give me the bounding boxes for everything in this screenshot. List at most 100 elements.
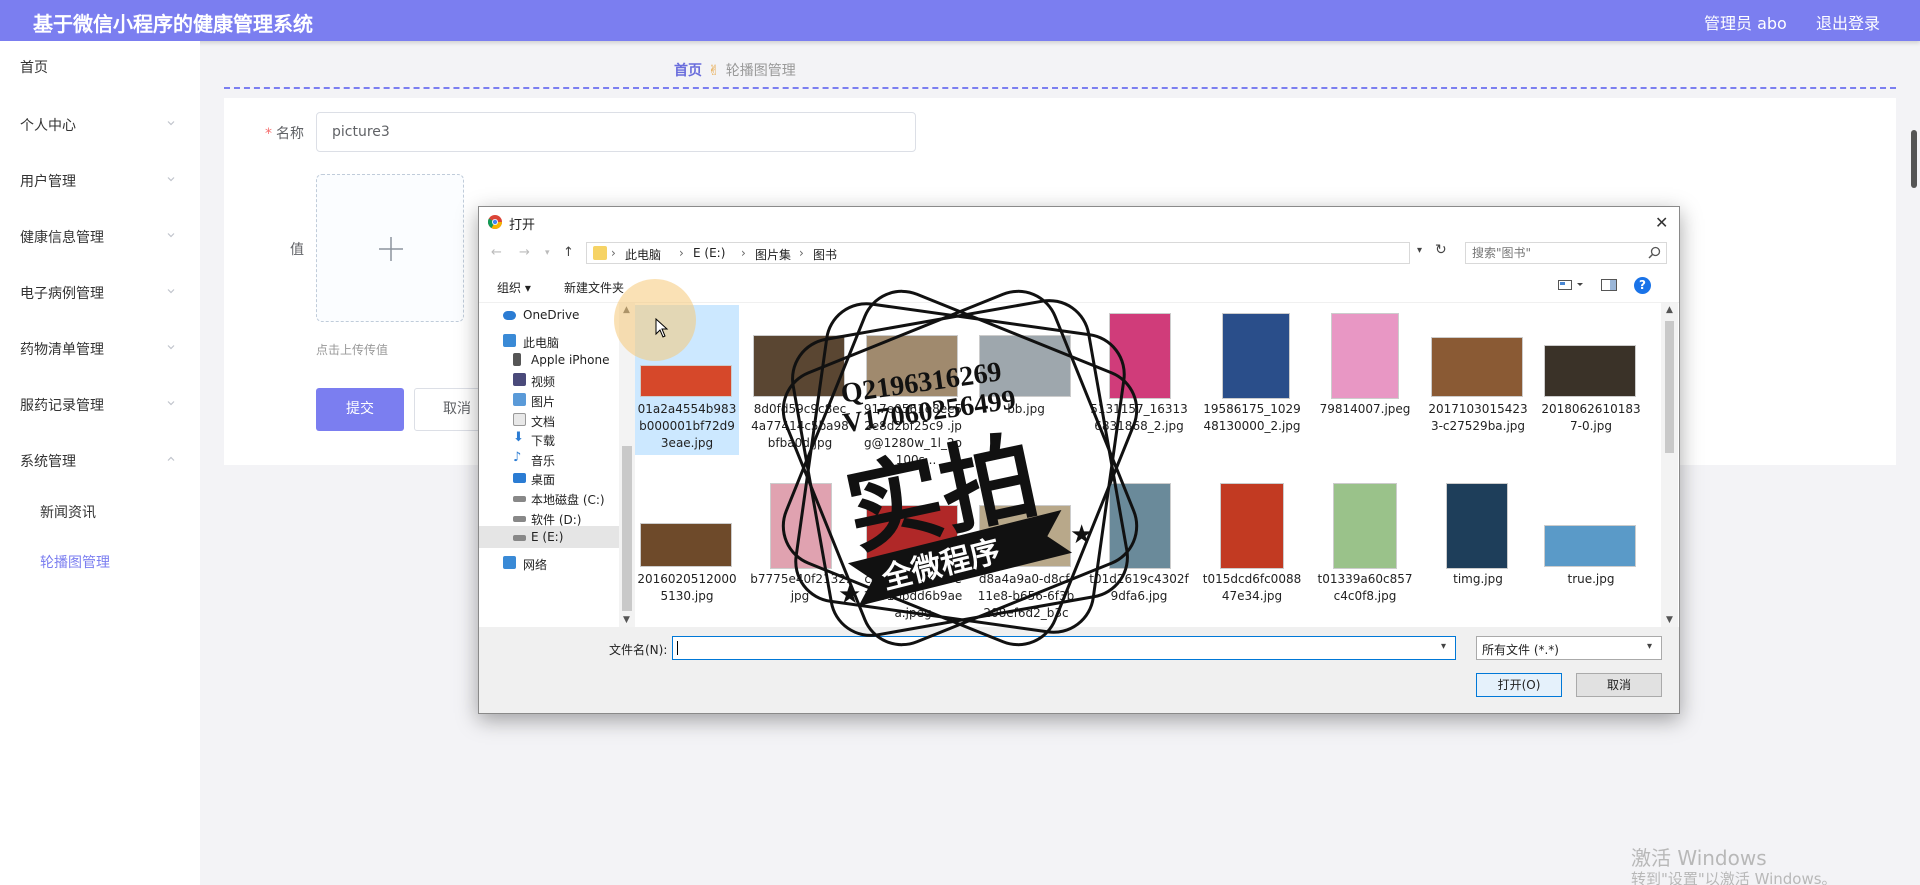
tree-item-downloads[interactable]: ⬇ 下载	[479, 428, 619, 450]
breadcrumb-current: 轮播图管理	[725, 63, 796, 79]
file-item[interactable]: 79814007.jpeg	[1313, 305, 1417, 455]
file-thumbnail	[1446, 483, 1508, 569]
activation-watermark-hint: 转到"设置"以激活 Windows。	[1631, 870, 1837, 885]
up-icon[interactable]: ↑	[563, 245, 574, 260]
tree-item-label: OneDrive	[523, 308, 580, 322]
tree-item-label: 桌面	[531, 473, 556, 487]
file-item[interactable]: 19586175_102948130000_2.jpg	[1200, 305, 1304, 455]
sidebar-item-medication-list[interactable]: 药物清单管理	[0, 329, 200, 369]
file-type-filter[interactable]: 所有文件 (*.*) ▾	[1476, 636, 1662, 660]
search-box[interactable]	[1465, 242, 1667, 264]
file-type-filter-value: 所有文件 (*.*)	[1482, 643, 1559, 657]
chevron-down-icon	[167, 119, 175, 127]
sidebar-item-user-management[interactable]: 用户管理	[0, 161, 200, 201]
sidebar-item-personal-center[interactable]: 个人中心	[0, 105, 200, 145]
file-item[interactable]: 20171030154233-c27529ba.jpg	[1426, 305, 1530, 455]
tree-item-label: 网络	[523, 558, 548, 572]
sidebar-item-label: 个人中心	[20, 118, 76, 134]
search-input[interactable]	[1472, 245, 1642, 261]
star-icon: ★	[838, 579, 861, 609]
file-item[interactable]: 20160205120005130.jpg	[635, 475, 739, 625]
tree-item-drive-c[interactable]: 本地磁盘 (C:)	[479, 487, 619, 509]
plus-icon	[379, 237, 403, 261]
chevron-down-icon	[167, 287, 175, 295]
file-item[interactable]: timg.jpg	[1426, 475, 1530, 625]
tree-item-iphone[interactable]: Apple iPhone	[479, 349, 619, 371]
sidebar-item-label: 新闻资讯	[40, 505, 96, 521]
file-grid-scrollbar[interactable]: ▲ ▼	[1661, 303, 1678, 627]
filename-label: 文件名(N):	[609, 643, 668, 657]
name-input[interactable]: picture3	[316, 112, 916, 152]
scrollbar-thumb[interactable]	[1665, 321, 1674, 453]
file-thumbnail	[640, 523, 732, 567]
crumb-this-pc[interactable]: 此电脑	[625, 246, 661, 263]
crumb-drive-e[interactable]: E (E:)	[693, 246, 725, 260]
chevron-down-icon[interactable]: ▾	[1441, 641, 1446, 652]
app-header: 基于微信小程序的健康管理系统 管理员 abo 退出登录	[0, 0, 1920, 41]
sidebar-item-carousel[interactable]: 轮播图管理	[0, 542, 200, 582]
dialog-title: 打开	[509, 218, 536, 233]
file-item[interactable]: 20180626101837-0.jpg	[1539, 305, 1643, 455]
file-name: 20171030154233-c27529ba.jpg	[1428, 402, 1528, 433]
sidebar-item-medication-records[interactable]: 服药记录管理	[0, 385, 200, 425]
divider	[224, 87, 1896, 89]
refresh-icon[interactable]: ↻	[1435, 242, 1447, 258]
file-name: t015dcd6fc008847e34.jpg	[1202, 572, 1302, 603]
crumb-separator: ›	[611, 246, 616, 260]
tree-item-label: 视频	[531, 375, 556, 389]
new-folder-button[interactable]: 新建文件夹	[564, 279, 624, 296]
file-item[interactable]: t015dcd6fc008847e34.jpg	[1200, 475, 1304, 625]
image-uploader[interactable]	[316, 174, 464, 322]
music-icon: ♪	[513, 450, 522, 465]
help-icon[interactable]: ?	[1634, 277, 1651, 294]
sidebar-item-label: 服药记录管理	[20, 398, 104, 414]
organize-menu[interactable]: 组织 ▾	[497, 279, 531, 296]
required-mark: *	[265, 126, 272, 142]
sidebar-item-health-info[interactable]: 健康信息管理	[0, 217, 200, 257]
close-icon[interactable]: ✕	[1655, 213, 1668, 232]
logout-button[interactable]: 退出登录	[1816, 10, 1880, 34]
file-thumbnail	[1220, 483, 1284, 569]
submit-button[interactable]: 提交	[316, 388, 404, 431]
breadcrumb-home[interactable]: 首页	[674, 63, 702, 79]
tree-item-drive-e[interactable]: E (E:)	[479, 526, 619, 548]
tree-item-onedrive[interactable]: OneDrive	[479, 304, 619, 326]
scrollbar-thumb[interactable]	[622, 446, 632, 611]
file-thumbnail	[1431, 337, 1523, 397]
tree-item-network[interactable]: 网络	[479, 552, 619, 574]
preview-pane-icon[interactable]	[1601, 279, 1617, 294]
current-user[interactable]: 管理员 abo	[1704, 10, 1787, 34]
drive-icon	[513, 535, 526, 541]
view-options-icon[interactable]	[1558, 279, 1588, 294]
chevron-down-icon	[167, 343, 175, 351]
tree-item-pictures[interactable]: 图片	[479, 389, 619, 411]
open-button[interactable]: 打开(O)	[1476, 673, 1562, 697]
tree-item-desktop[interactable]: 桌面	[479, 467, 619, 489]
sidebar-item-system-management[interactable]: 系统管理	[0, 441, 200, 481]
activation-watermark-title: 激活 Windows	[1631, 846, 1767, 870]
sidebar-item-home[interactable]: 首页	[0, 47, 200, 87]
scroll-up-icon[interactable]: ▲	[1666, 305, 1673, 315]
forward-icon[interactable]: →	[519, 245, 530, 260]
recent-dropdown-icon[interactable]: ▾	[545, 248, 550, 258]
file-name: 79814007.jpeg	[1319, 402, 1411, 416]
scroll-down-icon[interactable]: ▼	[1666, 615, 1673, 625]
tree-item-videos[interactable]: 视频	[479, 369, 619, 391]
address-dropdown-icon[interactable]: ▾	[1417, 245, 1422, 256]
dialog-titlebar[interactable]: 打开 ✕	[479, 207, 1679, 237]
sidebar-item-news[interactable]: 新闻资讯	[0, 492, 200, 532]
file-item[interactable]: t01339a60c857c4c0f8.jpg	[1313, 475, 1417, 625]
sidebar-item-medical-records[interactable]: 电子病例管理	[0, 273, 200, 313]
file-thumbnail	[1333, 483, 1397, 569]
file-name: true.jpg	[1567, 572, 1615, 586]
back-icon[interactable]: ←	[491, 245, 502, 260]
computer-icon	[503, 334, 516, 347]
dialog-cancel-button[interactable]: 取消	[1576, 673, 1662, 697]
scroll-down-icon[interactable]: ▼	[623, 615, 630, 625]
page-scrollbar[interactable]	[1911, 130, 1917, 188]
sidebar-item-label: 轮播图管理	[40, 555, 110, 571]
network-icon	[503, 556, 516, 569]
sidebar-item-label: 系统管理	[20, 454, 76, 470]
file-item[interactable]: true.jpg	[1539, 475, 1643, 625]
sidebar-item-label: 药物清单管理	[20, 342, 104, 358]
